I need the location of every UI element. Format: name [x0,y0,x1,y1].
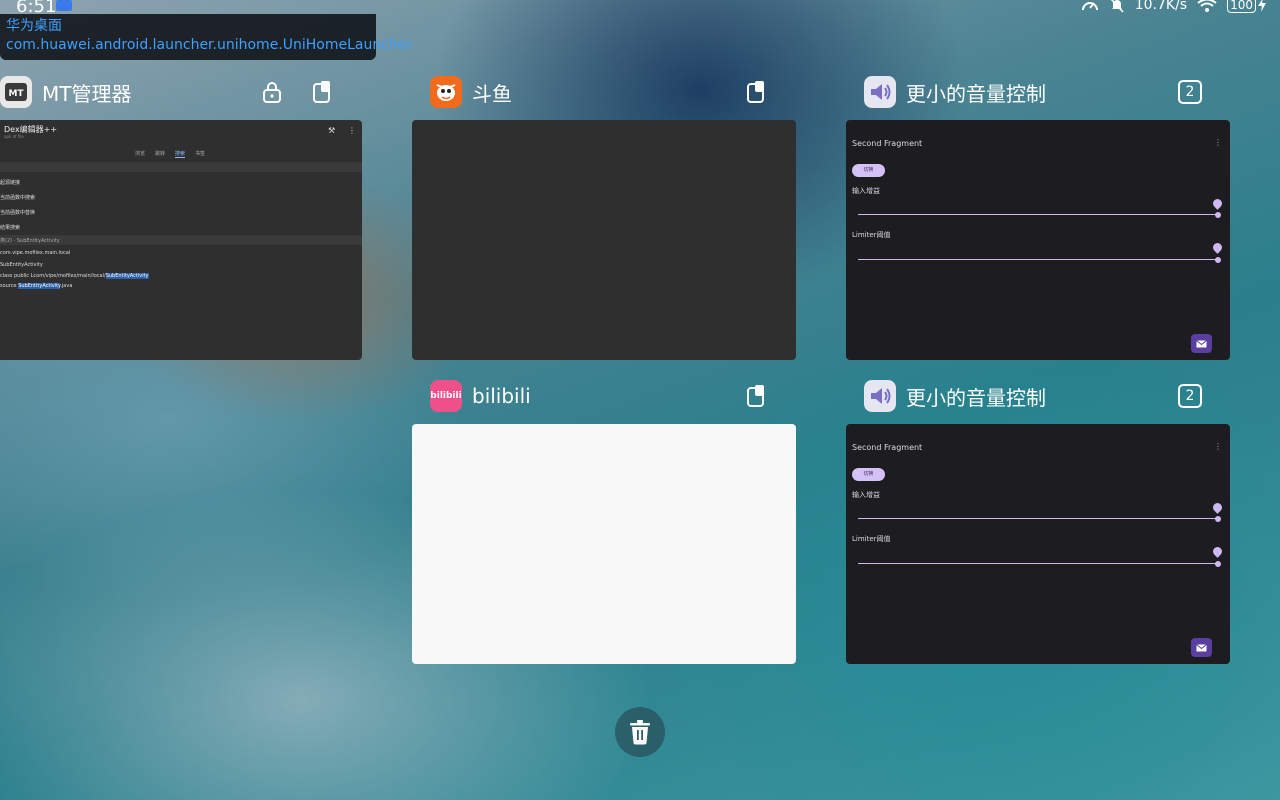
app-name: 更小的音量控制 [906,385,1046,410]
preview-line: com.vipe.mofilex.main.local [0,250,71,256]
more-icon: ⋮ [348,126,356,135]
window-count-badge[interactable]: 2 [1178,384,1202,408]
notification-app-icon [56,0,72,11]
app-name: 斗鱼 [472,81,512,106]
slider-value-pin [1211,501,1224,514]
floating-window-icon[interactable] [744,80,768,104]
email-icon [1191,334,1212,353]
preview-line: 起源链接 [0,180,21,186]
slider-thumb [1215,516,1221,522]
clear-all-button[interactable] [615,707,665,757]
limiter-slider [858,563,1218,564]
recent-card-bilibili[interactable]: bilibili bilibili [412,380,796,664]
app-preview[interactable]: Dex编辑器++ apk of file ⚒ ⋮ 浏览 跳转 搜索 书签 起源链… [0,120,362,360]
activity-tooltip: 华为桌面 com.huawei.android.launcher.unihome… [0,14,413,60]
preview-switch-chip: 切换 [852,164,885,177]
recent-card-douyu[interactable]: 斗鱼 [412,76,796,360]
hammer-icon: ⚒ [328,126,336,135]
preview-line: 当前函数中搜索 [0,195,36,201]
bilibili-icon: bilibili [430,380,462,412]
preview-title: Second Fragment [852,139,923,148]
more-icon: ⋮ [1214,138,1222,147]
trash-icon [630,720,650,745]
bilibili-icon-text: bilibili [430,391,462,401]
preview-line: source SubEntityActivity.java [0,283,73,289]
preview-tab-active: 搜索 [175,151,186,158]
tooltip-activity-name: com.huawei.android.launcher.unihome.UniH… [6,37,413,53]
speaker-icon [864,380,896,412]
tooltip-app-label: 华为桌面 [6,18,62,34]
preview-tab: 浏览 [135,151,146,157]
slider-value-pin [1211,197,1224,210]
card-header: 更小的音量控制 [864,76,1046,108]
svg-text:MT: MT [8,89,24,99]
recent-card-volume-control[interactable]: 更小的音量控制 2 Second Fragment ⋮ 切换 输入增益 Limi… [846,76,1230,360]
preview-title: Second Fragment [852,443,923,452]
limiter-label: Limiter阈值 [852,231,891,239]
app-preview[interactable] [412,120,796,360]
card-header: bilibili bilibili [430,380,531,412]
preview-switch-chip: 切换 [852,468,885,481]
douyu-icon [430,76,462,108]
slider-value-pin [1211,545,1224,558]
lock-icon[interactable] [260,80,284,104]
speaker-icon [864,76,896,108]
preview-line: 结果搜索 [0,225,21,231]
battery-level: 100 [1227,0,1256,13]
preview-line: class public Lcom/vipe/mofilex/main/loca… [0,273,149,279]
app-name: bilibili [472,384,531,408]
preview-line: SubEntityActivity [0,262,43,268]
card-header: 斗鱼 [430,76,512,108]
charging-icon [1258,0,1266,12]
slider-value-pin [1211,241,1224,254]
wifi-icon [1197,0,1217,12]
window-count: 2 [1185,84,1195,100]
preview-tab: 书签 [195,151,206,157]
slider-thumb [1215,257,1221,263]
input-gain-label: 输入增益 [852,491,880,499]
floating-window-icon[interactable] [310,80,334,104]
status-icons: 10.7K/s 100 [1081,0,1266,13]
window-count-badge[interactable]: 2 [1178,80,1202,104]
preview-line: 类(2) · SubEntityActivity [0,238,60,244]
app-name: 更小的音量控制 [906,81,1046,106]
preview-tabs: 浏览 跳转 搜索 书签 [135,150,205,158]
limiter-label: Limiter阈值 [852,535,891,543]
input-gain-label: 输入增益 [852,187,880,195]
app-name: MT管理器 [42,81,132,106]
app-preview[interactable] [412,424,796,664]
slider-thumb [1215,212,1221,218]
input-gain-slider [858,214,1218,215]
window-count: 2 [1185,388,1195,404]
limiter-slider [858,259,1218,260]
preview-subtitle: apk of file [4,134,24,139]
floating-window-icon[interactable] [744,384,768,408]
recent-card-mt[interactable]: MT MT管理器 Dex编辑器++ apk of file ⚒ ⋮ 浏览 跳转 … [0,76,362,360]
email-icon [1191,638,1212,657]
input-gain-slider [858,518,1218,519]
app-preview[interactable]: Second Fragment ⋮ 切换 输入增益 Limiter阈值 [846,120,1230,360]
card-header: MT MT管理器 [0,76,131,108]
recent-card-volume-control[interactable]: 更小的音量控制 2 Second Fragment ⋮ 切换 输入增益 Limi… [846,380,1230,664]
mt-manager-icon: MT [0,76,32,108]
card-header: 更小的音量控制 [864,380,1046,412]
preview-line: 当前函数中替换 [0,210,36,216]
app-preview[interactable]: Second Fragment ⋮ 切换 输入增益 Limiter阈值 [846,424,1230,664]
more-icon: ⋮ [1214,442,1222,451]
preview-search-bar [0,162,362,172]
slider-thumb [1215,561,1221,567]
preview-tab: 跳转 [155,151,166,157]
battery-indicator: 100 [1227,0,1266,13]
network-speed: 10.7K/s [1134,0,1188,13]
mute-bell-icon [1110,0,1124,13]
speedometer-icon [1081,2,1098,11]
